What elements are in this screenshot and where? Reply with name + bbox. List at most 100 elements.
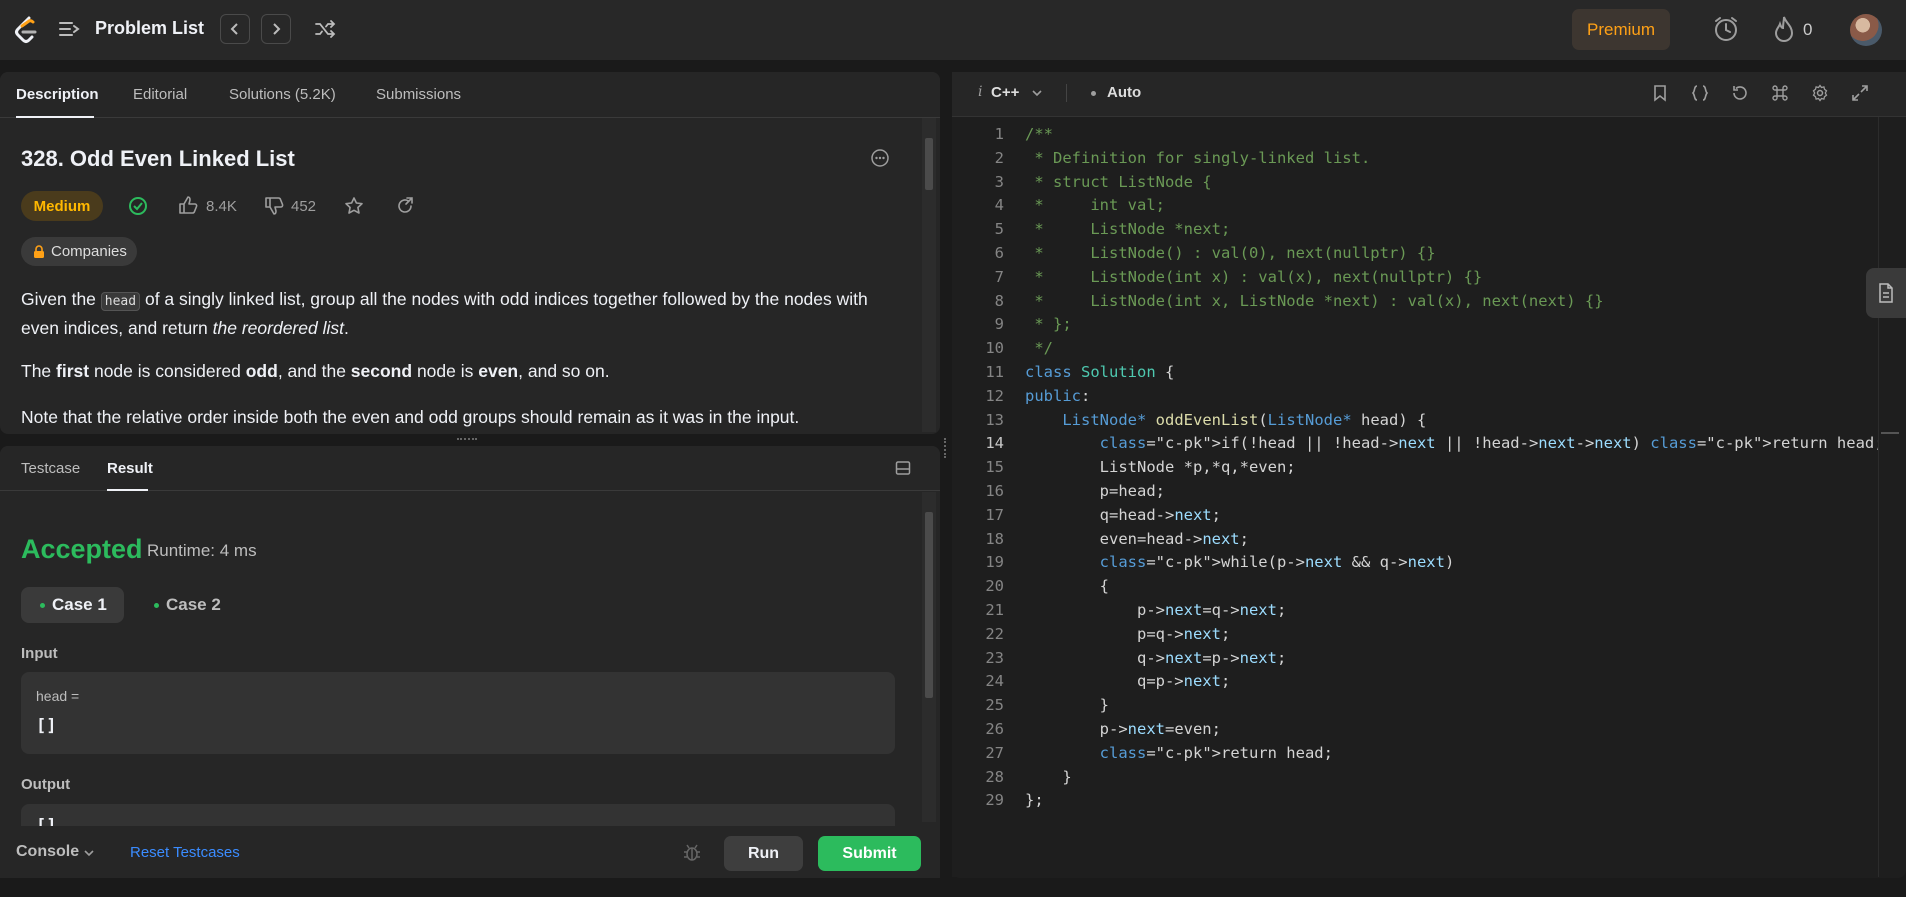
line-source: class="c-pk">if(!head || !head->next || … — [1099, 434, 1884, 453]
layout-toggle-icon[interactable] — [895, 460, 911, 476]
premium-button[interactable]: Premium — [1572, 9, 1670, 50]
line-number: 7 — [994, 267, 1004, 286]
thumbs-down-icon[interactable] — [264, 196, 284, 216]
tab-result[interactable]: Result — [107, 460, 153, 477]
streak-flame-icon[interactable] — [1772, 15, 1796, 43]
line-number: 5 — [994, 220, 1004, 239]
user-avatar[interactable] — [1850, 14, 1882, 46]
line-number: 8 — [994, 291, 1004, 310]
companies-tag[interactable]: Companies — [21, 237, 137, 266]
top-nav: Problem List Premium 0 — [0, 0, 1906, 60]
info-icon[interactable]: i — [978, 84, 982, 100]
share-icon[interactable] — [395, 196, 415, 216]
result-scrollbar[interactable] — [922, 492, 936, 822]
line-number: 25 — [985, 696, 1004, 715]
reset-testcases-link[interactable]: Reset Testcases — [130, 844, 240, 861]
vertical-resize-handle[interactable] — [457, 438, 477, 442]
input-value: [] — [36, 716, 57, 736]
chevron-down-icon[interactable] — [83, 848, 95, 858]
tab-solutions[interactable]: Solutions (5.2K) — [229, 86, 336, 103]
alarm-clock-icon[interactable] — [1712, 15, 1740, 43]
console-toggle[interactable]: Console — [16, 843, 79, 861]
tab-editorial[interactable]: Editorial — [133, 86, 187, 103]
line-source: p->next=even; — [1025, 720, 1221, 738]
line-source: even=head->next; — [1025, 529, 1249, 548]
next-problem-button[interactable] — [261, 14, 291, 44]
line-number: 14 — [985, 434, 1004, 453]
line-number: 19 — [985, 553, 1004, 572]
language-selector[interactable]: C++ — [991, 84, 1019, 101]
case-2-tab[interactable]: Case 2 — [154, 587, 244, 623]
line-source: p->next=q->next; — [1025, 601, 1287, 619]
pass-dot — [40, 602, 45, 608]
line-source: * ListNode(int x) : val(x), next(nullptr… — [1025, 267, 1483, 286]
line-source: q=p->next; — [1025, 672, 1231, 691]
line-source: * Definition for singly-linked list. — [1025, 148, 1371, 167]
line-source: } — [1025, 696, 1109, 715]
line-number: 22 — [985, 624, 1004, 643]
horizontal-resize-handle[interactable] — [944, 438, 948, 458]
tab-testcase[interactable]: Testcase — [21, 460, 80, 477]
run-button[interactable]: Run — [724, 836, 803, 871]
bookmark-icon[interactable] — [1651, 84, 1669, 102]
debug-bug-icon[interactable] — [683, 842, 701, 862]
line-source: * ListNode *next; — [1025, 220, 1231, 239]
active-tab-indicator — [107, 489, 148, 491]
leetcode-logo-icon[interactable] — [12, 15, 40, 45]
description-scrollbar[interactable] — [922, 118, 936, 432]
shortcuts-command-icon[interactable] — [1771, 84, 1789, 102]
output-label: Output — [21, 776, 71, 793]
line-source: { — [1025, 577, 1109, 596]
problem-list-title[interactable]: Problem List — [95, 18, 204, 39]
more-options-icon[interactable] — [870, 148, 890, 168]
line-number: 13 — [985, 410, 1004, 429]
line-number: 9 — [994, 315, 1004, 334]
bold-text: first — [56, 361, 90, 381]
tab-submissions[interactable]: Submissions — [376, 86, 461, 103]
input-key: head = — [36, 688, 80, 704]
line-number: 1 — [994, 125, 1004, 143]
thumbs-up-icon[interactable] — [178, 195, 198, 215]
line-number: 28 — [985, 767, 1004, 786]
chevron-down-icon[interactable] — [1031, 88, 1043, 98]
line-number: 24 — [985, 672, 1004, 691]
scrollbar-thumb[interactable] — [925, 138, 933, 190]
text: of a singly linked list, group all the n… — [21, 289, 868, 338]
problem-paragraph-2: The first node is considered odd, and th… — [21, 358, 891, 384]
editor-minimap-scrollbar[interactable] — [1878, 117, 1900, 877]
auto-status-dot — [1091, 91, 1096, 96]
line-number: 3 — [994, 172, 1004, 191]
line-number: 4 — [994, 196, 1004, 215]
output-box: [] — [21, 804, 895, 826]
emphasis-text: the reordered list — [212, 318, 344, 338]
fullscreen-expand-icon[interactable] — [1851, 84, 1869, 102]
result-tabs: Testcase Result — [0, 446, 940, 491]
notes-side-button[interactable] — [1866, 268, 1906, 318]
prev-problem-button[interactable] — [220, 14, 250, 44]
case-1-tab[interactable]: Case 1 — [21, 587, 124, 623]
auto-mode-label[interactable]: Auto — [1107, 84, 1141, 101]
line-number: 6 — [994, 244, 1004, 262]
problem-list-icon[interactable] — [58, 18, 80, 40]
active-tab-indicator — [16, 116, 94, 118]
line-source: p=head; — [1025, 482, 1165, 500]
line-number: 12 — [985, 386, 1004, 405]
submit-button[interactable]: Submit — [818, 836, 921, 871]
line-number: 18 — [985, 529, 1004, 548]
case-label: Case 1 — [52, 595, 107, 614]
braces-icon[interactable] — [1691, 84, 1709, 102]
inline-code: head — [100, 292, 141, 311]
problem-title: 328. Odd Even Linked List — [21, 146, 295, 171]
text: Given the — [21, 289, 101, 309]
star-icon[interactable] — [344, 196, 364, 216]
text: The — [21, 361, 57, 381]
code-editor[interactable]: 1 /** 2 * Definition for singly-linked lis… — [952, 117, 1884, 877]
input-box: head = [] — [21, 672, 895, 754]
shuffle-icon[interactable] — [314, 18, 336, 40]
reset-code-icon[interactable] — [1731, 84, 1749, 102]
tab-description[interactable]: Description — [16, 86, 99, 103]
line-source: ListNode *p,*q,*even; — [1025, 458, 1296, 477]
scrollbar-thumb[interactable] — [925, 512, 933, 698]
output-box-clip: [] — [21, 804, 895, 826]
settings-gear-icon[interactable] — [1811, 84, 1829, 102]
